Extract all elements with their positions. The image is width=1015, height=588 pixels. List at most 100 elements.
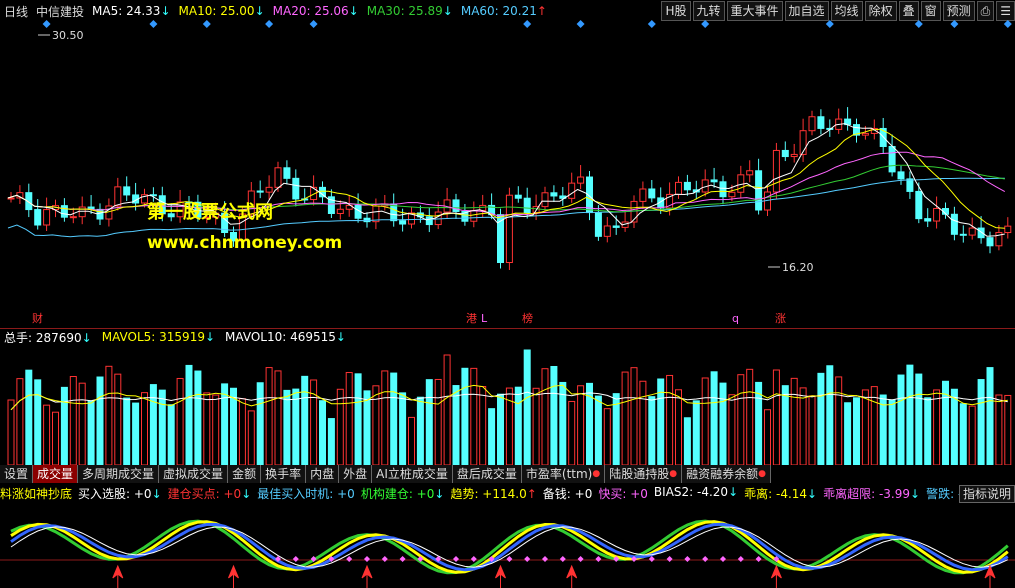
event-diamond-icon[interactable] — [149, 20, 158, 28]
period-label[interactable]: 日线 — [4, 3, 28, 20]
event-diamond-icon[interactable] — [202, 20, 211, 28]
indicator-dot-icon — [666, 556, 673, 562]
stock-name: 中信建投 — [36, 4, 85, 19]
indicator-tab[interactable]: 市盈率(ttm)● — [521, 465, 606, 483]
indicator-value: 快买: +0 — [598, 486, 648, 501]
tab-marker-icon: ● — [758, 469, 766, 479]
indicator-tab[interactable]: 多周期成交量 — [78, 465, 160, 483]
indicator-tab[interactable]: 融资融券余额● — [682, 465, 771, 483]
indicator-tab-label: 多周期成交量 — [82, 467, 155, 481]
event-diamond-icon[interactable] — [1003, 20, 1012, 28]
toolbar-button[interactable]: ⎙ — [976, 1, 995, 21]
volume-bar — [621, 371, 629, 465]
volume-bar — [861, 389, 869, 465]
volume-bar — [808, 395, 816, 465]
indicator-tab[interactable]: 换手率 — [261, 465, 307, 483]
event-marker[interactable]: 港 — [466, 312, 477, 325]
volume-bar — [194, 370, 202, 465]
ma-item: MA60: 20.21↑ — [461, 4, 547, 18]
event-marker[interactable]: 涨 — [775, 312, 786, 325]
candle-body — [43, 209, 51, 226]
watermark-url: www.chnmoney.com — [147, 233, 343, 253]
indicator-tab[interactable]: 成交量 — [33, 465, 79, 483]
candle-body — [603, 225, 611, 237]
candle-body — [550, 192, 558, 197]
volume-header: 总手: 287690↓ MAVOL5: 315919↓ MAVOL10: 46951… — [4, 329, 356, 345]
toolbar-button[interactable]: ☰ — [996, 1, 1015, 21]
event-diamond-icon[interactable] — [265, 20, 274, 28]
indicator-tab[interactable]: 内盘 — [306, 465, 340, 483]
indicator-arrow-icon: ↓ — [151, 486, 162, 501]
event-diamond-icon[interactable] — [576, 20, 585, 28]
volume-chart[interactable] — [0, 345, 1015, 465]
volume-value: 总手: 287690 — [4, 330, 82, 345]
indicator-tab[interactable]: 外盘 — [339, 465, 373, 483]
indicator-dot-icon — [524, 556, 531, 562]
event-diamond-icon[interactable] — [647, 20, 656, 28]
candle-body — [399, 220, 407, 225]
indicator-blue-line — [10, 522, 1009, 572]
buy-arrow-icon — [770, 564, 782, 588]
volume-bar — [933, 389, 941, 465]
event-marker[interactable]: L — [481, 312, 488, 325]
event-diamond-icon[interactable] — [523, 20, 532, 28]
event-diamond-icon[interactable] — [309, 20, 318, 28]
indicator-dot-icon — [684, 556, 691, 562]
volume-bar — [292, 388, 300, 465]
ma-values: MA5: 24.33↓ MA10: 25.00↓ MA20: 25.06↓ MA30:… — [92, 4, 555, 18]
event-marker[interactable]: q — [732, 312, 739, 325]
volume-bar — [141, 392, 148, 465]
event-diamond-icon[interactable] — [701, 20, 710, 28]
event-marker[interactable]: 财 — [32, 311, 43, 325]
indicator-item: 备钱: +0 — [543, 485, 593, 502]
indicator-tab[interactable]: 金额 — [228, 465, 262, 483]
volume-bar — [185, 364, 193, 465]
indicator-tab[interactable]: 盘后成交量 — [452, 465, 522, 483]
indicator-dot-icon — [346, 556, 353, 562]
indicator-help-button[interactable]: 指标说明 — [958, 485, 1015, 503]
toolbar-button[interactable]: H股 — [661, 1, 691, 21]
tab-marker-icon: ● — [592, 469, 601, 479]
event-diamond-icon[interactable] — [950, 20, 959, 28]
candle-body — [817, 116, 825, 129]
volume-bar — [514, 386, 522, 465]
toolbar-button[interactable]: 加自选 — [784, 1, 829, 21]
toolbar-button[interactable]: 除权 — [864, 1, 897, 21]
volume-bar — [568, 400, 576, 465]
candle-body — [1004, 225, 1012, 234]
event-marker[interactable]: 榜 — [522, 311, 533, 325]
volume-bar — [692, 400, 700, 465]
indicator-tab[interactable]: 陆股通持股● — [605, 465, 683, 483]
indicator-item: 最佳买入时机: +0 — [257, 485, 355, 502]
toolbar-button[interactable]: 叠 — [898, 1, 919, 21]
event-diamond-icon[interactable] — [914, 20, 923, 28]
indicator-chart[interactable] — [0, 502, 1015, 588]
toolbar-button[interactable]: 预测 — [942, 1, 975, 21]
event-diamond-icon[interactable] — [825, 20, 834, 28]
indicator-tab[interactable]: 虚拟成交量 — [159, 465, 229, 483]
toolbar-button[interactable]: 窗 — [920, 1, 941, 21]
volume-bar — [888, 399, 896, 465]
ma-arrow-icon: ↓ — [442, 4, 453, 18]
indicator-tab[interactable]: 设置 — [0, 465, 34, 483]
candle-body — [123, 186, 131, 196]
volume-bar — [43, 404, 51, 465]
volume-bar — [924, 397, 932, 465]
price-chart[interactable]: 30.50 16.20 财 港 L 榜 q 涨 — [0, 20, 1015, 328]
high-price-label: 30.50 — [52, 29, 84, 42]
volume-bar — [746, 368, 754, 465]
indicator-value: 建仓买点: +0 — [167, 486, 242, 501]
toolbar-button[interactable]: 均线 — [830, 1, 863, 21]
indicator-tab[interactable]: AI立桩成交量 — [372, 465, 453, 483]
toolbar-button[interactable]: 九转 — [692, 1, 725, 21]
volume-bar — [710, 371, 718, 465]
volume-bar — [915, 373, 923, 465]
candle-body — [577, 176, 585, 184]
volume-bar — [336, 388, 344, 465]
volume-bar — [523, 349, 531, 465]
event-diamond-icon[interactable] — [42, 20, 51, 28]
indicator-name[interactable]: 料涨如神抄底 — [0, 485, 72, 502]
volume-bar — [16, 378, 24, 465]
toolbar-button[interactable]: 重大事件 — [726, 1, 783, 21]
volume-bar — [790, 377, 798, 465]
